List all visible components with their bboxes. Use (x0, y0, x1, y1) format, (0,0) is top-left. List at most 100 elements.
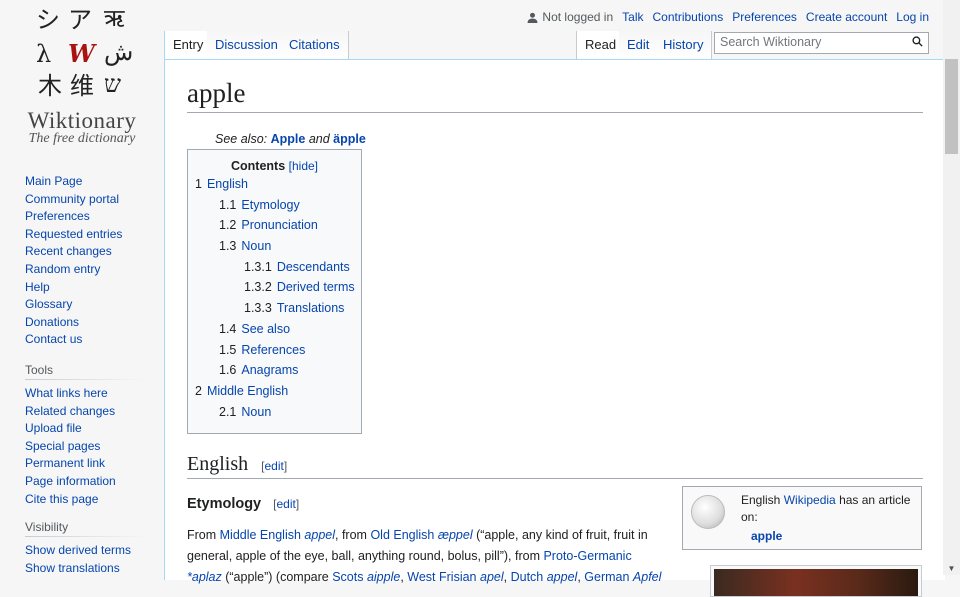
link-scots[interactable]: Scots (332, 570, 363, 584)
sidebar-item-related-changes[interactable]: Related changes (25, 404, 115, 418)
link-middle-english[interactable]: Middle English (220, 528, 301, 542)
edit-link[interactable]: edit (264, 459, 283, 473)
toc-item[interactable]: 2.1 Noun (188, 402, 355, 423)
link-proto-germanic[interactable]: Proto-Germanic (543, 549, 631, 563)
tab-edit[interactable]: Edit (619, 31, 659, 59)
wiktionary-logo[interactable]: シ ア ऋ λ W ش 木 维 ש Wiktionary The free di… (0, 0, 164, 160)
see-also-link-apple-capital[interactable]: Apple (271, 132, 306, 146)
toc-list: 1 English 1.1 Etymology 1.2 Pronunciation 1… (188, 174, 355, 422)
toc-item[interactable]: 1.3.2 Derived terms (188, 277, 355, 298)
toc-item[interactable]: 1.3 Noun (188, 236, 355, 257)
sidebar-item-upload-file[interactable]: Upload file (25, 421, 82, 435)
sidebar-item-show-derived-terms[interactable]: Show derived terms (25, 543, 131, 557)
toc-item[interactable]: 2 Middle English (188, 381, 355, 402)
sidebar-item-help[interactable]: Help (25, 280, 50, 294)
sidebar-visibility: Show derived terms Show translations (25, 542, 150, 577)
section-title-english: English (187, 453, 249, 475)
tab-discussion[interactable]: Discussion (207, 31, 287, 59)
see-also-link-apple-umlaut[interactable]: äpple (333, 132, 366, 146)
table-of-contents: Contents [hide] 1 English 1.1 Etymology 1.… (187, 149, 362, 434)
tab-read[interactable]: Read (576, 31, 626, 59)
sidebar-tools: What links here Related changes Upload f… (25, 385, 150, 508)
sidebar-item-special-pages[interactable]: Special pages (25, 439, 100, 453)
preferences-link[interactable]: Preferences (732, 10, 797, 24)
main-content: apple See also: Apple and äpple Contents… (164, 59, 945, 597)
tab-citations[interactable]: Citations (281, 31, 349, 59)
sidebar-item-random-entry[interactable]: Random entry (25, 262, 100, 276)
edit-link[interactable]: edit (277, 497, 296, 511)
wikipedia-box-text: English Wikipedia has an article on: (741, 493, 911, 524)
see-also-note: See also: Apple and äpple (215, 132, 366, 146)
sidebar-item-contact-us[interactable]: Contact us (25, 332, 82, 346)
sidebar-item-recent-changes[interactable]: Recent changes (25, 244, 112, 258)
link-old-english[interactable]: Old English (370, 528, 434, 542)
sidebar-item-preferences[interactable]: Preferences (25, 209, 90, 223)
toc-item[interactable]: 1.3.3 Translations (188, 298, 355, 319)
link-german[interactable]: German (584, 570, 629, 584)
section-heading-etymology: Etymology [edit] (187, 496, 299, 512)
logo-glyph: 维 (70, 72, 94, 100)
link-dutch[interactable]: Dutch (511, 570, 544, 584)
see-also-prefix: See also: (215, 132, 268, 146)
create-account-link[interactable]: Create account (806, 10, 887, 24)
wikipedia-link[interactable]: Wikipedia (784, 493, 836, 507)
tools-heading[interactable]: Tools (25, 362, 145, 380)
tab-entry[interactable]: Entry (164, 31, 213, 59)
tab-history[interactable]: History (655, 31, 713, 59)
toc-item[interactable]: 1 English (188, 174, 355, 195)
sidebar-item-show-translations[interactable]: Show translations (25, 561, 120, 575)
sidebar-item-donations[interactable]: Donations (25, 315, 79, 329)
toc-item[interactable]: 1.3.1 Descendants (188, 257, 355, 278)
link-aipple[interactable]: aipple (367, 570, 400, 584)
apple-image-thumbnail[interactable] (710, 565, 922, 597)
toc-item[interactable]: 1.5 References (188, 340, 355, 361)
toc-item[interactable]: 1.1 Etymology (188, 195, 355, 216)
link-west-frisian[interactable]: West Frisian (407, 570, 476, 584)
sidebar-item-cite-this-page[interactable]: Cite this page (25, 492, 98, 506)
personal-tools: Not logged in Talk Contributions Prefere… (527, 10, 929, 24)
section-title-etymology: Etymology (187, 496, 262, 512)
toc-item[interactable]: 1.4 See also (188, 319, 355, 340)
link-apel[interactable]: apel (480, 570, 504, 584)
search-input[interactable]: Search Wiktionary (714, 32, 929, 54)
edit-section-etymology: [edit] (273, 497, 300, 511)
link-appel[interactable]: appel (304, 528, 335, 542)
logo-glyph: W (68, 39, 95, 68)
sidebar: Main Page Community portal Preferences R… (25, 173, 150, 577)
toc-hide-toggle[interactable]: [hide] (289, 159, 318, 173)
edit-section-english: [edit] (261, 459, 288, 473)
toc-item[interactable]: 1.6 Anagrams (188, 360, 355, 381)
etymology-text: From Middle English appel, from Old Engl… (187, 528, 662, 584)
sidebar-item-glossary[interactable]: Glossary (25, 297, 72, 311)
logo-glyph: ש (104, 70, 121, 98)
sidebar-item-page-information[interactable]: Page information (25, 474, 116, 488)
log-in-link[interactable]: Log in (896, 10, 929, 24)
search-placeholder: Search Wiktionary (720, 35, 822, 49)
talk-link[interactable]: Talk (622, 10, 643, 24)
scroll-down-arrow-icon[interactable]: ▼ (943, 564, 960, 573)
see-also-and: and (308, 132, 330, 146)
sidebar-item-what-links-here[interactable]: What links here (25, 386, 108, 400)
logo-glyph: シ (36, 6, 60, 34)
logo-glyph: ア (68, 6, 92, 34)
toc-item[interactable]: 1.2 Pronunciation (188, 215, 355, 236)
search-icon[interactable] (912, 35, 923, 50)
sidebar-item-requested-entries[interactable]: Requested entries (25, 227, 122, 241)
scrollbar-thumb[interactable] (945, 59, 958, 154)
link-aeppel[interactable]: æppel (438, 528, 473, 542)
page-scrollbar[interactable]: ▼ (943, 0, 960, 575)
login-status: Not logged in (527, 10, 613, 24)
user-icon (527, 12, 538, 23)
link-dutch-appel[interactable]: appel (547, 570, 578, 584)
sidebar-item-permanent-link[interactable]: Permanent link (25, 456, 105, 470)
sidebar-item-main-page[interactable]: Main Page (25, 174, 82, 188)
wikipedia-article-link[interactable]: apple (751, 529, 782, 543)
wikipedia-globe-icon (691, 495, 725, 529)
visibility-heading[interactable]: Visibility (25, 520, 145, 538)
link-apfel[interactable]: Apfel (633, 570, 662, 584)
wikipedia-box: English Wikipedia has an article on: app… (682, 486, 922, 550)
contributions-link[interactable]: Contributions (652, 10, 723, 24)
logo-tagline: The free dictionary (28, 131, 136, 146)
sidebar-item-community-portal[interactable]: Community portal (25, 192, 119, 206)
link-aplaz[interactable]: *aplaz (187, 570, 222, 584)
